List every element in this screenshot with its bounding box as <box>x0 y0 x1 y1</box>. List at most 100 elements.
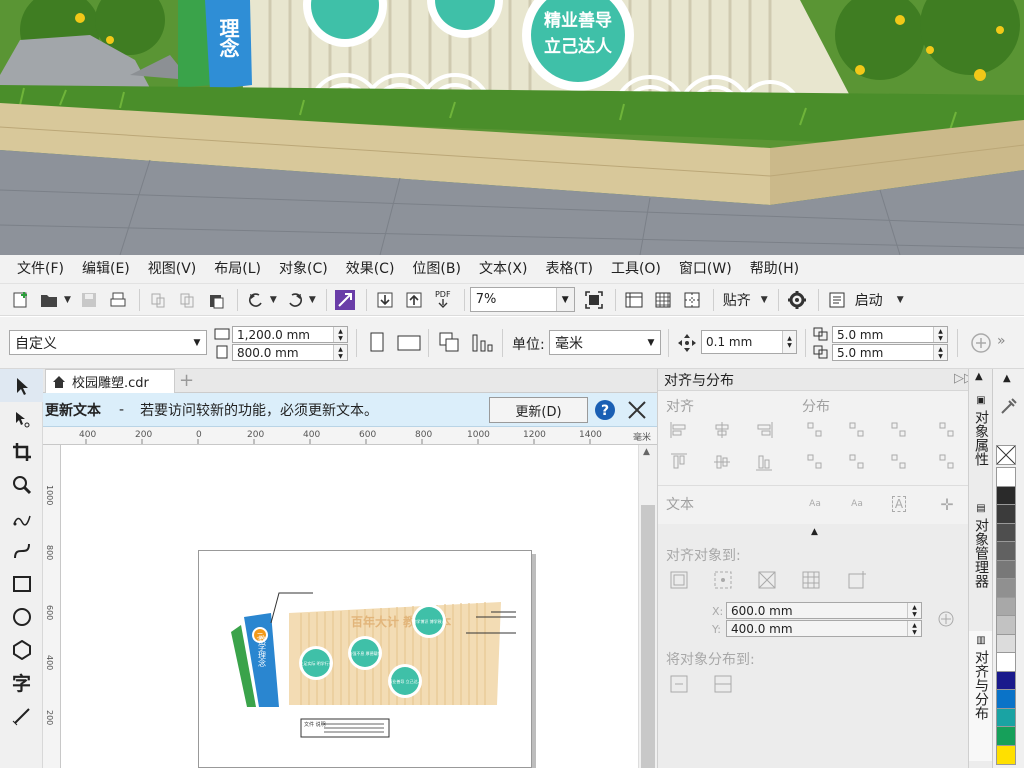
home-icon[interactable] <box>52 375 66 389</box>
color-swatch[interactable] <box>996 541 1016 561</box>
align-to-grid-icon[interactable] <box>800 569 822 591</box>
menu-window[interactable]: 窗口(W) <box>670 255 741 283</box>
page-height-spinner[interactable]: ▲ ▼ <box>333 345 347 360</box>
new-document-icon[interactable] <box>8 288 34 312</box>
distribute-center-v-icon[interactable] <box>846 451 868 473</box>
color-swatch[interactable] <box>996 596 1016 617</box>
text-last-baseline-icon[interactable]: Aa <box>846 493 868 515</box>
vertical-ruler[interactable]: 1000 800 600 400 200 <box>43 445 61 768</box>
align-to-page-edge-icon[interactable] <box>712 569 734 591</box>
ellipse-tool-icon[interactable] <box>0 600 43 633</box>
align-to-page-center-icon[interactable] <box>756 569 778 591</box>
add-preset-icon[interactable] <box>970 332 992 354</box>
tab-object-properties[interactable]: ▣ 对象属性 <box>969 391 993 491</box>
rectangle-tool-icon[interactable] <box>0 567 43 600</box>
zoom-tool-icon[interactable] <box>0 468 43 501</box>
page-size-dropdown-icon[interactable]: ▼ <box>188 331 206 354</box>
units-dropdown-icon[interactable]: ▼ <box>642 331 660 354</box>
copy-icon[interactable] <box>174 288 200 312</box>
duplicate-y-spinner[interactable]: ▲ ▼ <box>933 345 947 360</box>
pick-tool-icon[interactable] <box>0 369 43 402</box>
paste-icon[interactable] <box>203 288 229 312</box>
page-width-spinner[interactable]: ▲ ▼ <box>333 327 347 342</box>
show-grid-icon[interactable] <box>650 288 676 312</box>
scrollbar-thumb[interactable] <box>641 505 655 768</box>
section-collapse-icon[interactable]: ▲ <box>811 527 818 537</box>
open-dropdown-icon[interactable]: ▼ <box>64 295 71 305</box>
color-swatch[interactable] <box>996 670 1016 691</box>
help-icon[interactable]: ? <box>594 399 616 421</box>
artistic-media-tool-icon[interactable] <box>0 534 43 567</box>
page-size-combo[interactable]: 自定义 ▼ <box>9 330 207 355</box>
undo-icon[interactable] <box>243 288 269 312</box>
color-swatch[interactable] <box>996 522 1016 543</box>
color-swatch[interactable] <box>996 578 1016 598</box>
text-outline-icon[interactable]: ✛ <box>936 493 958 515</box>
align-to-point-icon[interactable] <box>846 569 868 591</box>
docker-tabs-scroll-icon[interactable]: ▲ <box>975 371 983 382</box>
eyedropper-icon[interactable] <box>999 397 1017 415</box>
all-pages-icon[interactable] <box>438 331 462 353</box>
tab-object-manager[interactable]: ▤ 对象管理器 <box>969 499 993 619</box>
align-point-y-field[interactable]: 400.0 mm ▲ ▼ <box>726 620 922 637</box>
launch-label[interactable]: 启动 <box>855 290 883 310</box>
open-folder-icon[interactable] <box>37 288 63 312</box>
parallel-dimension-tool-icon[interactable] <box>0 699 43 732</box>
import-icon[interactable] <box>372 288 398 312</box>
pick-point-icon[interactable] <box>936 609 956 629</box>
options-gear-icon[interactable] <box>784 288 810 312</box>
application-launcher-icon[interactable] <box>824 288 850 312</box>
menu-file[interactable]: 文件(F) <box>8 255 73 283</box>
color-swatch[interactable] <box>996 559 1016 580</box>
show-guidelines-icon[interactable] <box>679 288 705 312</box>
distribute-spacing-v-icon[interactable] <box>936 451 958 473</box>
align-bottom-icon[interactable] <box>753 451 775 473</box>
no-color-swatch[interactable] <box>996 445 1016 465</box>
snap-to-label[interactable]: 贴齐 <box>723 290 751 310</box>
menu-tools[interactable]: 工具(O) <box>602 255 670 283</box>
align-top-icon[interactable] <box>668 451 690 473</box>
zoom-dropdown-icon[interactable]: ▼ <box>555 288 574 311</box>
distribute-left-icon[interactable] <box>804 419 826 441</box>
polygon-tool-icon[interactable] <box>0 633 43 666</box>
color-swatch[interactable] <box>996 467 1016 487</box>
drawing-canvas[interactable]: 百年大计 教育为本 二 教学理念 立足实际 明学行致 自强不息 厚德载物 勤学博… <box>61 445 638 768</box>
distribute-center-h-icon[interactable] <box>846 419 868 441</box>
menu-bitmaps[interactable]: 位图(B) <box>403 255 470 283</box>
align-point-x-field[interactable]: 600.0 mm ▲ ▼ <box>726 602 922 619</box>
menu-help[interactable]: 帮助(H) <box>741 255 808 283</box>
align-center-h-icon[interactable] <box>711 419 733 441</box>
new-tab-plus-icon[interactable]: + <box>179 370 194 391</box>
text-bounding-box-icon[interactable]: A <box>888 493 910 515</box>
snap-dropdown-icon[interactable]: ▼ <box>761 295 768 305</box>
color-swatch[interactable] <box>996 615 1016 635</box>
show-rulers-icon[interactable] <box>621 288 647 312</box>
duplicate-x-spinner[interactable]: ▲ ▼ <box>933 327 947 342</box>
menu-object[interactable]: 对象(C) <box>270 255 337 283</box>
crop-tool-icon[interactable] <box>0 435 43 468</box>
tab-align-distribute[interactable]: ▥ 对齐与分布 <box>969 631 993 761</box>
page-width-field[interactable]: 1,200.0 mm ▲ ▼ <box>232 326 348 343</box>
artwork[interactable]: 百年大计 教育为本 二 教学理念 立足实际 明学行致 自强不息 厚德载物 勤学博… <box>61 445 638 768</box>
menu-view[interactable]: 视图(V) <box>139 255 206 283</box>
align-left-icon[interactable] <box>668 419 690 441</box>
color-swatch[interactable] <box>996 504 1016 524</box>
freehand-tool-icon[interactable] <box>0 501 43 534</box>
duplicate-x-field[interactable]: 5.0 mm ▲ ▼ <box>832 326 948 343</box>
text-first-baseline-icon[interactable]: Aa <box>804 493 826 515</box>
redo-icon[interactable] <box>282 288 308 312</box>
align-point-y-spinner[interactable]: ▲ ▼ <box>907 621 921 636</box>
distribute-right-icon[interactable] <box>888 419 910 441</box>
menu-effects[interactable]: 效果(C) <box>337 255 404 283</box>
palette-scroll-up-icon[interactable]: ▲ <box>1003 373 1011 384</box>
document-tab[interactable]: 校园雕塑.cdr <box>45 369 175 393</box>
cut-icon[interactable] <box>145 288 171 312</box>
color-swatch[interactable] <box>996 633 1016 654</box>
redo-dropdown-icon[interactable]: ▼ <box>309 295 316 305</box>
menu-edit[interactable]: 编辑(E) <box>73 255 139 283</box>
duplicate-y-field[interactable]: 5.0 mm ▲ ▼ <box>832 344 948 361</box>
update-button[interactable]: 更新(D) <box>489 397 588 423</box>
export-icon[interactable] <box>401 288 427 312</box>
align-to-active-objects-icon[interactable] <box>668 569 690 591</box>
nudge-distance-field[interactable]: 0.1 mm ▲ ▼ <box>701 330 797 354</box>
